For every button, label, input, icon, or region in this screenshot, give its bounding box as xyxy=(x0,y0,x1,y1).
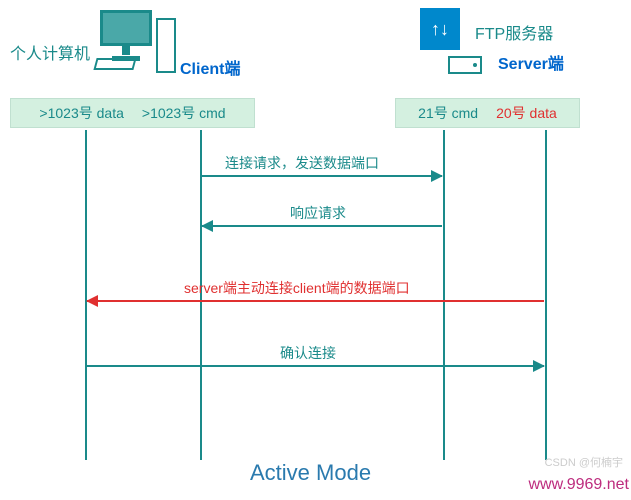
client-ports-box: >1023号 data >1023号 cmd xyxy=(10,98,255,128)
arrow-confirm xyxy=(87,365,544,367)
client-role-label: Client端 xyxy=(180,55,240,79)
url-watermark: www.9969.net xyxy=(528,476,629,494)
client-data-port: >1023号 data xyxy=(39,103,123,123)
arrow-server-connect-label: server端主动连接client端的数据端口 xyxy=(184,278,410,298)
client-cmd-port: >1023号 cmd xyxy=(142,103,226,123)
client-title: 个人计算机 xyxy=(10,40,90,64)
client-computer-icon xyxy=(100,10,160,80)
server-cmd-port: 21号 cmd xyxy=(418,103,478,123)
server-icon: ↑↓ xyxy=(420,8,460,50)
watermark-text: CSDN @何楠宇 xyxy=(545,454,623,470)
server-ports-box: 21号 cmd 20号 data xyxy=(395,98,580,128)
arrow-confirm-label: 确认连接 xyxy=(280,343,336,363)
arrow-response-label: 响应请求 xyxy=(290,203,346,223)
arrow-connect-request-label: 连接请求，发送数据端口 xyxy=(225,153,379,173)
server-role-label: Server端 xyxy=(498,50,564,74)
arrow-connect-request xyxy=(202,175,442,177)
server-cmd-lifeline xyxy=(443,130,445,460)
arrow-response xyxy=(202,225,442,227)
server-title: FTP服务器 xyxy=(475,20,553,44)
server-data-port: 20号 data xyxy=(496,103,557,123)
arrow-server-connect xyxy=(87,300,544,302)
server-data-lifeline xyxy=(545,130,547,460)
mode-label: Active Mode xyxy=(250,460,371,486)
